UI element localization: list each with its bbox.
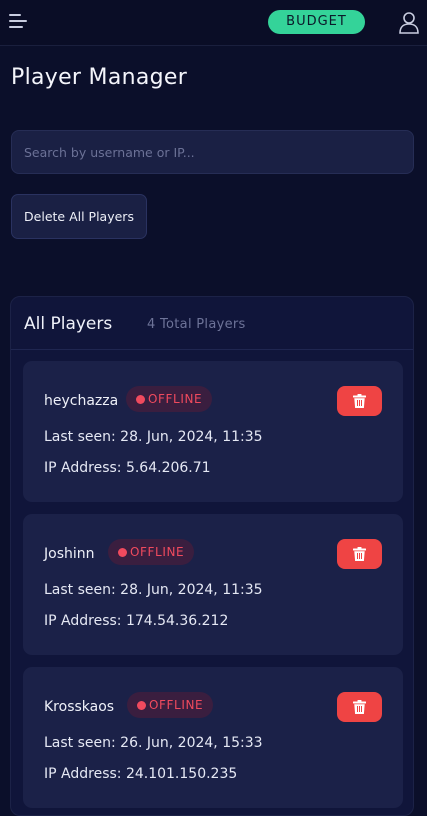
delete-player-button[interactable]	[337, 692, 382, 722]
player-name: Krosskaos	[44, 699, 115, 715]
last-seen: Last seen: 28. Jun, 2024, 11:35	[44, 582, 263, 598]
trash-icon	[353, 394, 366, 408]
delete-player-button[interactable]	[337, 539, 382, 569]
ip-address: IP Address: 5.64.206.71	[44, 460, 211, 476]
status-dot-icon	[137, 701, 146, 710]
top-bar: BUDGET	[0, 0, 427, 46]
status-badge: OFFLINE	[126, 386, 213, 412]
player-count: 4 Total Players	[147, 317, 246, 332]
last-seen: Last seen: 28. Jun, 2024, 11:35	[44, 429, 263, 445]
last-seen: Last seen: 26. Jun, 2024, 15:33	[44, 735, 263, 751]
status-label: OFFLINE	[148, 392, 203, 406]
page-title: Player Manager	[11, 65, 188, 90]
player-name: Joshinn	[44, 546, 95, 562]
status-badge: OFFLINE	[108, 539, 195, 565]
ip-address: IP Address: 174.54.36.212	[44, 613, 229, 629]
ip-address: IP Address: 24.101.150.235	[44, 766, 238, 782]
status-badge: OFFLINE	[127, 692, 214, 718]
trash-icon	[353, 547, 366, 561]
status-dot-icon	[136, 395, 145, 404]
delete-player-button[interactable]	[337, 386, 382, 416]
player-card: Joshinn OFFLINE Last seen: 28. Jun, 2024…	[23, 514, 403, 655]
status-label: OFFLINE	[130, 545, 185, 559]
search-input[interactable]	[11, 130, 414, 174]
player-card: Krosskaos OFFLINE Last seen: 26. Jun, 20…	[23, 667, 403, 808]
status-dot-icon	[118, 548, 127, 557]
status-label: OFFLINE	[149, 698, 204, 712]
trash-icon	[353, 700, 366, 714]
player-name: heychazza	[44, 393, 119, 409]
panel-title: All Players	[24, 314, 113, 334]
player-card: heychazza OFFLINE Last seen: 28. Jun, 20…	[23, 361, 403, 502]
menu-icon[interactable]	[9, 14, 27, 30]
budget-button[interactable]: BUDGET	[268, 10, 365, 34]
panel-header: All Players 4 Total Players	[11, 297, 413, 350]
delete-all-players-button[interactable]: Delete All Players	[11, 194, 147, 239]
user-icon[interactable]	[397, 10, 421, 34]
players-panel: All Players 4 Total Players heychazza OF…	[10, 296, 414, 816]
